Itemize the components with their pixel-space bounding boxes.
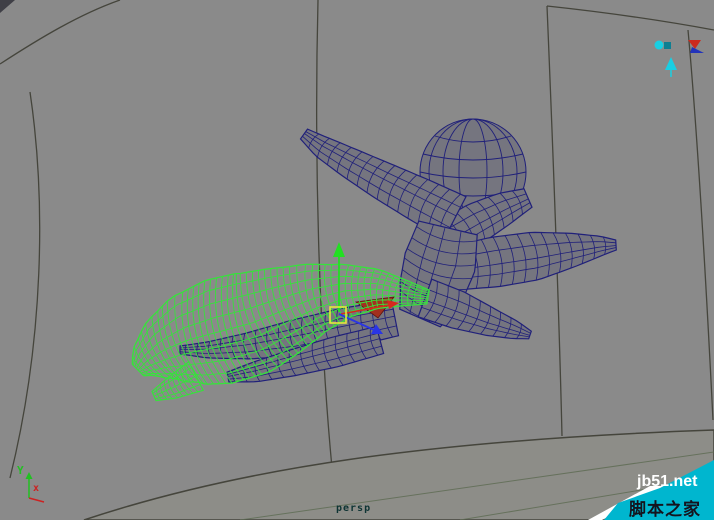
3d-viewport[interactable]: persp Y x jb51.net 脚本之家 — [0, 0, 714, 520]
watermark-brand-text: 脚本之家 — [629, 500, 701, 519]
camera-label: persp — [336, 503, 372, 514]
scene-canvas[interactable] — [0, 0, 714, 520]
axis-x-label: x — [33, 483, 40, 494]
watermark-site-text: jb51.net — [637, 473, 698, 490]
axis-y-label: Y — [17, 464, 24, 477]
